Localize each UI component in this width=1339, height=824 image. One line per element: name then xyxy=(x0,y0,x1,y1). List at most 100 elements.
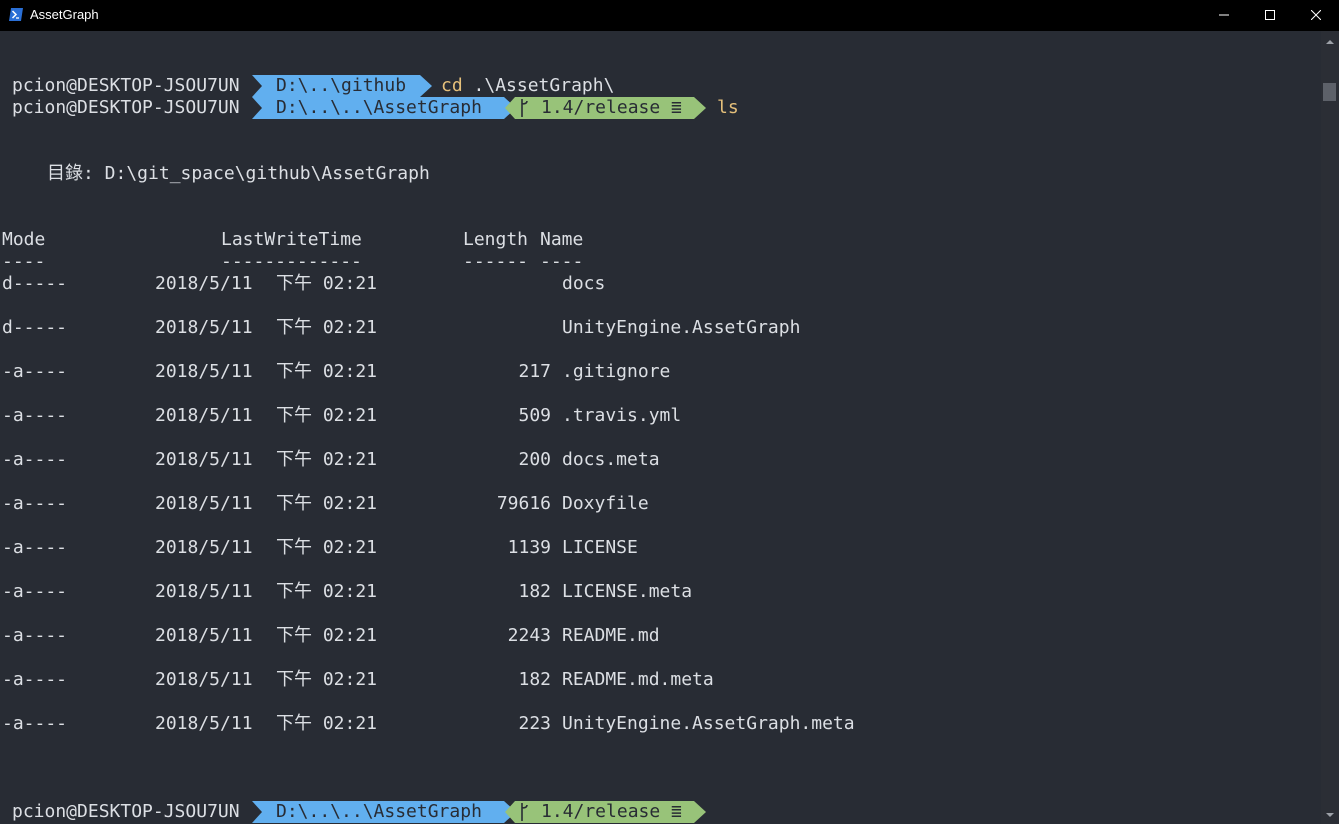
row-name: LICENSE.meta xyxy=(562,581,693,602)
row-mode: -a---- xyxy=(2,713,68,734)
row-length: 182 xyxy=(518,669,551,690)
row-mode: -a---- xyxy=(2,537,68,558)
row-date: 2018/5/11 xyxy=(155,273,253,294)
row-name: docs xyxy=(562,273,606,294)
row-name: UnityEngine.AssetGraph.meta xyxy=(562,713,855,734)
listing-row: d----- 2018/5/11 下午 02:21 UnityEngine.As… xyxy=(0,317,1321,339)
row-mode: -a---- xyxy=(2,493,68,514)
prompt-line: pcion@DESKTOP-JSOU7UN D:\..\github cd .\… xyxy=(0,75,1321,97)
row-date: 2018/5/11 xyxy=(155,449,253,470)
listing-header-underline: ---- ------------- ------ ---- xyxy=(0,251,1321,273)
row-length: 509 xyxy=(518,405,551,426)
row-date: 2018/5/11 xyxy=(155,493,253,514)
command-text: cd .\AssetGraph\ xyxy=(441,75,615,96)
row-name: .gitignore xyxy=(562,361,671,382)
prompt-line: pcion@DESKTOP-JSOU7UN D:\..\..\AssetGrap… xyxy=(0,801,1321,823)
scroll-up-arrow-icon[interactable] xyxy=(1321,35,1339,49)
row-name: README.md xyxy=(562,625,660,646)
command-text: ls xyxy=(717,97,739,118)
path-segment: D:\..\..\AssetGraph xyxy=(252,801,516,823)
git-branch-text: 1.4/release ≣ xyxy=(541,801,682,822)
row-time: 下午 02:21 xyxy=(276,405,378,426)
row-mode: -a---- xyxy=(2,581,68,602)
minimize-button[interactable] xyxy=(1201,0,1247,31)
listing-row: -a---- 2018/5/11 下午 02:21 509 .travis.ym… xyxy=(0,405,1321,427)
header-lastwrite: LastWriteTime xyxy=(221,229,362,250)
listing-row: -a---- 2018/5/11 下午 02:21 1139 LICENSE xyxy=(0,537,1321,559)
underline-name: ---- xyxy=(540,251,584,272)
close-button[interactable] xyxy=(1293,0,1339,31)
row-date: 2018/5/11 xyxy=(155,713,253,734)
minimize-icon xyxy=(1219,14,1229,16)
row-date: 2018/5/11 xyxy=(155,537,253,558)
listing-header: Mode LastWriteTime Length Name xyxy=(0,229,1321,251)
row-date: 2018/5/11 xyxy=(155,625,253,646)
row-length: 182 xyxy=(518,581,551,602)
row-time: 下午 02:21 xyxy=(276,273,378,294)
listing-row: -a---- 2018/5/11 下午 02:21 79616 Doxyfile xyxy=(0,493,1321,515)
prompt-user: pcion@DESKTOP-JSOU7UN xyxy=(12,801,240,822)
row-time: 下午 02:21 xyxy=(276,493,378,514)
header-length: Length xyxy=(463,229,529,250)
header-name: Name xyxy=(540,229,584,250)
row-date: 2018/5/11 xyxy=(155,581,253,602)
scroll-thumb[interactable] xyxy=(1323,83,1336,101)
path-text: D:\..\..\AssetGraph xyxy=(276,97,482,118)
row-name: Doxyfile xyxy=(562,493,649,514)
row-length: 223 xyxy=(518,713,551,734)
scroll-down-arrow-icon[interactable] xyxy=(1321,808,1339,822)
listing-row: -a---- 2018/5/11 下午 02:21 217 .gitignore xyxy=(0,361,1321,383)
row-name: README.md.meta xyxy=(562,669,714,690)
prompt-user: pcion@DESKTOP-JSOU7UN xyxy=(12,97,240,118)
row-date: 2018/5/11 xyxy=(155,405,253,426)
row-name: docs.meta xyxy=(562,449,660,470)
row-mode: -a---- xyxy=(2,625,68,646)
powershell-icon xyxy=(9,8,23,21)
title-bar: AssetGraph xyxy=(0,0,1339,31)
header-mode: Mode xyxy=(2,229,46,250)
row-time: 下午 02:21 xyxy=(276,669,378,690)
prompt-line: pcion@DESKTOP-JSOU7UN D:\..\..\AssetGrap… xyxy=(0,97,1321,119)
row-length: 2243 xyxy=(507,625,551,646)
terminal-output[interactable]: pcion@DESKTOP-JSOU7UN D:\..\github cd .\… xyxy=(0,31,1321,824)
listing-row: -a---- 2018/5/11 下午 02:21 182 LICENSE.me… xyxy=(0,581,1321,603)
path-text: D:\..\..\AssetGraph xyxy=(276,801,482,822)
row-time: 下午 02:21 xyxy=(276,713,378,734)
maximize-button[interactable] xyxy=(1247,0,1293,31)
row-length: 79616 xyxy=(496,493,551,514)
window-title: AssetGraph xyxy=(30,7,99,22)
close-icon xyxy=(1311,10,1321,20)
row-name: UnityEngine.AssetGraph xyxy=(562,317,801,338)
row-time: 下午 02:21 xyxy=(276,581,378,602)
git-segment: 1.4/release ≣ xyxy=(505,97,706,119)
git-branch-icon xyxy=(521,99,528,117)
row-length: 200 xyxy=(518,449,551,470)
row-length: 1139 xyxy=(507,537,551,558)
row-length: 217 xyxy=(518,361,551,382)
row-name: LICENSE xyxy=(562,537,638,558)
listing-row: -a---- 2018/5/11 下午 02:21 2243 README.md xyxy=(0,625,1321,647)
row-time: 下午 02:21 xyxy=(276,449,378,470)
path-text: D:\..\github xyxy=(276,75,407,96)
vertical-scrollbar[interactable] xyxy=(1321,31,1339,824)
path-segment: D:\..\..\AssetGraph xyxy=(252,97,516,119)
row-time: 下午 02:21 xyxy=(276,361,378,382)
row-time: 下午 02:21 xyxy=(276,625,378,646)
underline-length: ------ xyxy=(463,251,529,272)
listing-row: -a---- 2018/5/11 下午 02:21 200 docs.meta xyxy=(0,449,1321,471)
row-date: 2018/5/11 xyxy=(155,669,253,690)
row-mode: -a---- xyxy=(2,361,68,382)
row-mode: -a---- xyxy=(2,669,68,690)
row-name: .travis.yml xyxy=(562,405,682,426)
underline-lastwrite: ------------- xyxy=(221,251,362,272)
row-mode: -a---- xyxy=(2,449,68,470)
prompt-user: pcion@DESKTOP-JSOU7UN xyxy=(12,75,240,96)
row-time: 下午 02:21 xyxy=(276,317,378,338)
row-time: 下午 02:21 xyxy=(276,537,378,558)
row-mode: -a---- xyxy=(2,405,68,426)
listing-row: -a---- 2018/5/11 下午 02:21 182 README.md.… xyxy=(0,669,1321,691)
listing-row: -a---- 2018/5/11 下午 02:21 223 UnityEngin… xyxy=(0,713,1321,735)
git-segment: 1.4/release ≣ xyxy=(505,801,706,823)
row-date: 2018/5/11 xyxy=(155,317,253,338)
row-mode: d----- xyxy=(2,317,68,338)
